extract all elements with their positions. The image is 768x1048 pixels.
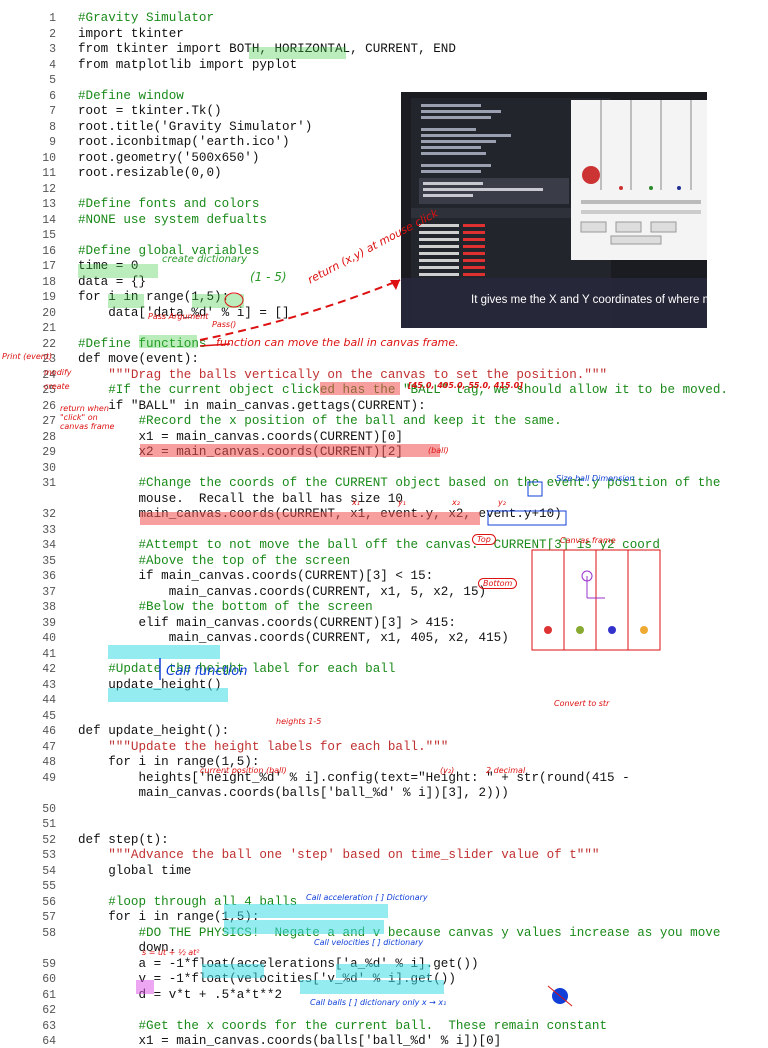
ball-4 — [640, 626, 648, 634]
note-function-can-move: function can move the ball in canvas fra… — [216, 336, 459, 349]
note-s-formula: s = ut + ½ at² — [142, 948, 200, 957]
note-print-event: Print (event) — [2, 352, 53, 361]
note-size-ball: Size ball Dimension — [556, 474, 635, 483]
circle-i — [224, 292, 244, 308]
note-call-vel: Call velocities [ ] dictionary — [314, 938, 424, 947]
note-return-when-click: return when "click" on canvas frame — [60, 404, 115, 431]
note-ball: (ball) — [428, 446, 449, 455]
code-line: x1 = main_canvas.coords(balls['ball_%d' … — [78, 1034, 502, 1048]
note-y2-paren: (y₂) — [440, 766, 455, 775]
note-call-accel: Call acceleration [ ] Dictionary — [306, 893, 428, 902]
note-heights: heights 1-5 — [276, 717, 322, 726]
note-call-balls: Call balls [ ] dictionary only x → x₁ — [310, 998, 447, 1007]
note-current-position: current position (ball) — [200, 766, 287, 775]
note-y1: y₁ — [398, 498, 406, 507]
note-convert-str: Convert to str — [554, 699, 610, 708]
note-coords-values: [45.0, 405.0, 55.0, 415.0] — [408, 381, 523, 390]
note-create-dictionary: create dictionary — [162, 254, 248, 265]
note-pass-argument: Pass Argument — [148, 312, 209, 321]
note-x1: x₁ — [352, 498, 360, 507]
arrowhead-photo — [390, 280, 400, 290]
note-pass-o: Pass() — [212, 320, 237, 329]
note-create: create — [44, 382, 70, 391]
note-y2: y₂ — [498, 498, 506, 507]
note-decimal: 2 decimal — [486, 766, 526, 775]
box-size-ten — [527, 481, 543, 497]
note-modify: modify — [44, 368, 72, 377]
note-canvas-frame: Canvas frame — [560, 536, 616, 545]
ink-drawings — [159, 279, 661, 1007]
line-number: 64 — [42, 1035, 56, 1048]
note-range: (1 - 5) — [250, 270, 287, 284]
ball-3 — [608, 626, 616, 634]
note-call-function: Call function — [166, 664, 248, 679]
box-current3 — [487, 510, 567, 526]
ball-1 — [544, 626, 552, 634]
ball-2 — [576, 626, 584, 634]
note-x2: x₂ — [452, 498, 460, 507]
note-bottom: Bottom — [478, 578, 518, 589]
note-top: Top — [472, 534, 496, 545]
dashed-arrow-to-photo — [199, 279, 401, 341]
